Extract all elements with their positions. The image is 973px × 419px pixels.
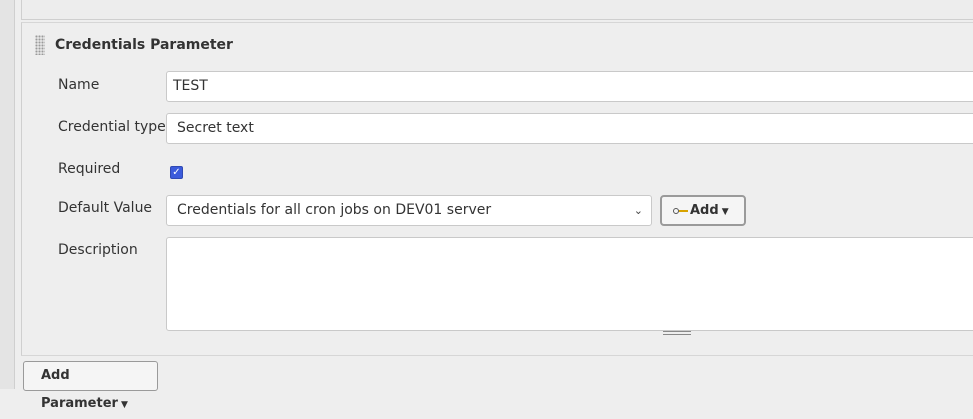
required-checkbox[interactable]: ✓ [170, 166, 183, 179]
caret-down-icon: ▼ [721, 207, 729, 217]
add-button-label: Add [690, 203, 719, 218]
add-credential-button[interactable]: Add ▼ [660, 195, 746, 226]
description-textarea[interactable] [166, 237, 973, 331]
required-label: Required [58, 161, 121, 177]
left-margin-rule [0, 0, 15, 389]
name-input[interactable]: TEST [166, 71, 973, 102]
credentials-parameter-section: Credentials Parameter Name TEST Credenti… [21, 22, 973, 356]
section-title: Credentials Parameter [55, 37, 233, 53]
name-label: Name [58, 77, 100, 93]
key-icon [673, 206, 689, 216]
default-value-select[interactable]: Credentials for all cron jobs on DEV01 s… [166, 195, 652, 226]
default-value-label: Default Value [58, 200, 153, 216]
add-parameter-label: Add Parameter [41, 368, 118, 411]
credential-type-label: Credential type [58, 119, 166, 135]
caret-down-icon: ▼ [120, 400, 128, 410]
chevron-down-icon: ⌄ [633, 204, 643, 217]
add-parameter-button[interactable]: Add Parameter ▼ [23, 361, 158, 411]
drag-handle-icon[interactable] [35, 35, 45, 55]
default-value-selected: Credentials for all cron jobs on DEV01 s… [177, 202, 492, 218]
previous-parameter-section [21, 0, 973, 20]
description-label: Description [58, 242, 138, 258]
textarea-resize-handle[interactable] [663, 331, 691, 335]
credential-type-field[interactable]: Secret text [166, 113, 973, 144]
